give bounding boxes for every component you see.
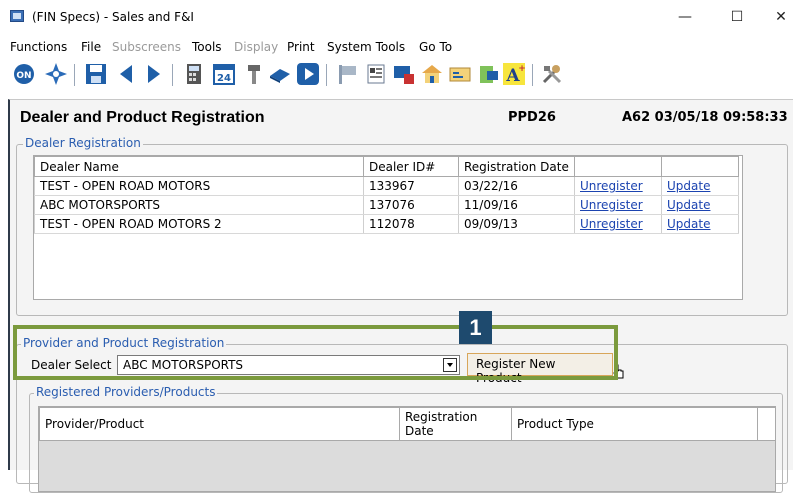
power-on-icon[interactable]: ON (12, 62, 36, 86)
registration-date-cell: 11/09/16 (458, 195, 575, 215)
dealer-id-cell: 112078 (363, 214, 459, 234)
registered-products-group: Registered Providers/Products Provider/P… (29, 385, 783, 493)
column-header-product-registration-date: Registration Date (399, 407, 512, 441)
menu-system-tools[interactable]: System Tools (327, 40, 405, 54)
font-icon[interactable]: A+ (502, 62, 526, 86)
menu-go-to[interactable]: Go To (419, 40, 452, 54)
screen-icon[interactable] (392, 62, 416, 86)
toolbar-separator (326, 64, 327, 86)
dealer-table: Dealer Name Dealer ID# Registration Date… (34, 156, 739, 234)
maximize-button[interactable]: ☐ (722, 6, 752, 28)
update-cell: Update (661, 195, 739, 215)
table-row[interactable]: TEST - OPEN ROAD MOTORS 133967 03/22/16 … (34, 176, 739, 196)
hammer-icon[interactable] (242, 62, 266, 86)
tools-icon[interactable] (540, 62, 564, 86)
svg-text:ON: ON (16, 71, 31, 81)
dealer-table-header: Dealer Name Dealer ID# Registration Date (34, 156, 739, 177)
registration-date-cell: 09/09/13 (458, 214, 575, 234)
card-icon[interactable] (448, 62, 472, 86)
svg-text:24: 24 (217, 73, 231, 84)
datetime: A62 03/05/18 09:58:33 (622, 110, 788, 125)
products-table-frame: Provider/Product Registration Date Produ… (38, 406, 776, 492)
update-link[interactable]: Update (667, 179, 710, 193)
column-header-product-type: Product Type (511, 407, 758, 441)
calculator-icon[interactable] (182, 62, 206, 86)
save-icon[interactable] (84, 62, 108, 86)
title-bar: (FIN Specs) - Sales and F&I — ☐ ✕ (0, 0, 801, 34)
unregister-link[interactable]: Unregister (580, 179, 643, 193)
registered-products-label: Registered Providers/Products (34, 385, 218, 399)
update-cell: Update (661, 214, 739, 234)
dealer-id-cell: 137076 (363, 195, 459, 215)
svg-text:+: + (518, 64, 526, 74)
minimize-button[interactable]: — (670, 6, 700, 28)
window-title: (FIN Specs) - Sales and F&I (32, 10, 194, 24)
dealer-id-cell: 133967 (363, 176, 459, 196)
column-header-spacer (757, 407, 776, 441)
unregister-cell: Unregister (574, 176, 662, 196)
column-header-provider-product: Provider/Product (39, 407, 400, 441)
column-header-dealer-name: Dealer Name (34, 156, 364, 177)
toolbar-separator (532, 64, 533, 86)
screen-code: PPD26 (508, 110, 556, 125)
registration-date-cell: 03/22/16 (458, 176, 575, 196)
dealer-registration-group: Dealer Registration Dealer Name Dealer I… (16, 136, 788, 316)
document-icon[interactable] (364, 62, 388, 86)
step-number-badge: 1 (459, 311, 492, 344)
table-row[interactable]: TEST - OPEN ROAD MOTORS 2 112078 09/09/1… (34, 214, 739, 234)
previous-icon[interactable] (114, 62, 138, 86)
dealer-name-cell: TEST - OPEN ROAD MOTORS 2 (34, 214, 364, 234)
update-link[interactable]: Update (667, 217, 710, 231)
menu-functions[interactable]: Functions (10, 40, 67, 54)
unregister-cell: Unregister (574, 195, 662, 215)
page-title: Dealer and Product Registration (20, 109, 265, 126)
dealer-table-frame: Dealer Name Dealer ID# Registration Date… (33, 155, 743, 300)
menu-bar: Functions File Subscreens Tools Display … (0, 37, 801, 57)
dealer-name-cell: TEST - OPEN ROAD MOTORS (34, 176, 364, 196)
app-icon (10, 10, 24, 22)
highlight-annotation (13, 325, 618, 380)
column-header-update (661, 156, 739, 177)
menu-print[interactable]: Print (287, 40, 315, 54)
column-header-dealer-id: Dealer ID# (363, 156, 459, 177)
toolbar-separator (172, 64, 173, 86)
dealer-name-cell: ABC MOTORSPORTS (34, 195, 364, 215)
table-row[interactable]: ABC MOTORSPORTS 137076 11/09/16 Unregist… (34, 195, 739, 215)
book-icon[interactable] (268, 62, 292, 86)
next-icon[interactable] (142, 62, 166, 86)
main-content: Dealer and Product Registration PPD26 A6… (8, 99, 793, 493)
toolbar-separator (74, 64, 75, 86)
update-cell: Update (661, 176, 739, 196)
unregister-link[interactable]: Unregister (580, 198, 643, 212)
unregister-link[interactable]: Unregister (580, 217, 643, 231)
menu-subscreens[interactable]: Subscreens (112, 40, 181, 54)
update-link[interactable]: Update (667, 198, 710, 212)
menu-display[interactable]: Display (234, 40, 278, 54)
products-table-header: Provider/Product Registration Date Produ… (39, 407, 776, 441)
unregister-cell: Unregister (574, 214, 662, 234)
toolbar: ON 24 A + (0, 60, 801, 92)
play-icon[interactable] (296, 62, 320, 86)
column-header-registration-date: Registration Date (458, 156, 575, 177)
close-button[interactable]: ✕ (766, 6, 796, 28)
menu-file[interactable]: File (81, 40, 101, 54)
dealer-registration-label: Dealer Registration (23, 136, 143, 150)
calendar-icon[interactable]: 24 (212, 62, 236, 86)
flag-icon[interactable] (336, 62, 360, 86)
export-icon[interactable] (476, 62, 500, 86)
products-table: Provider/Product Registration Date Produ… (39, 407, 776, 441)
navigator-icon[interactable] (44, 62, 68, 86)
menu-tools[interactable]: Tools (192, 40, 222, 54)
column-header-unregister (574, 156, 662, 177)
home-icon[interactable] (420, 62, 444, 86)
